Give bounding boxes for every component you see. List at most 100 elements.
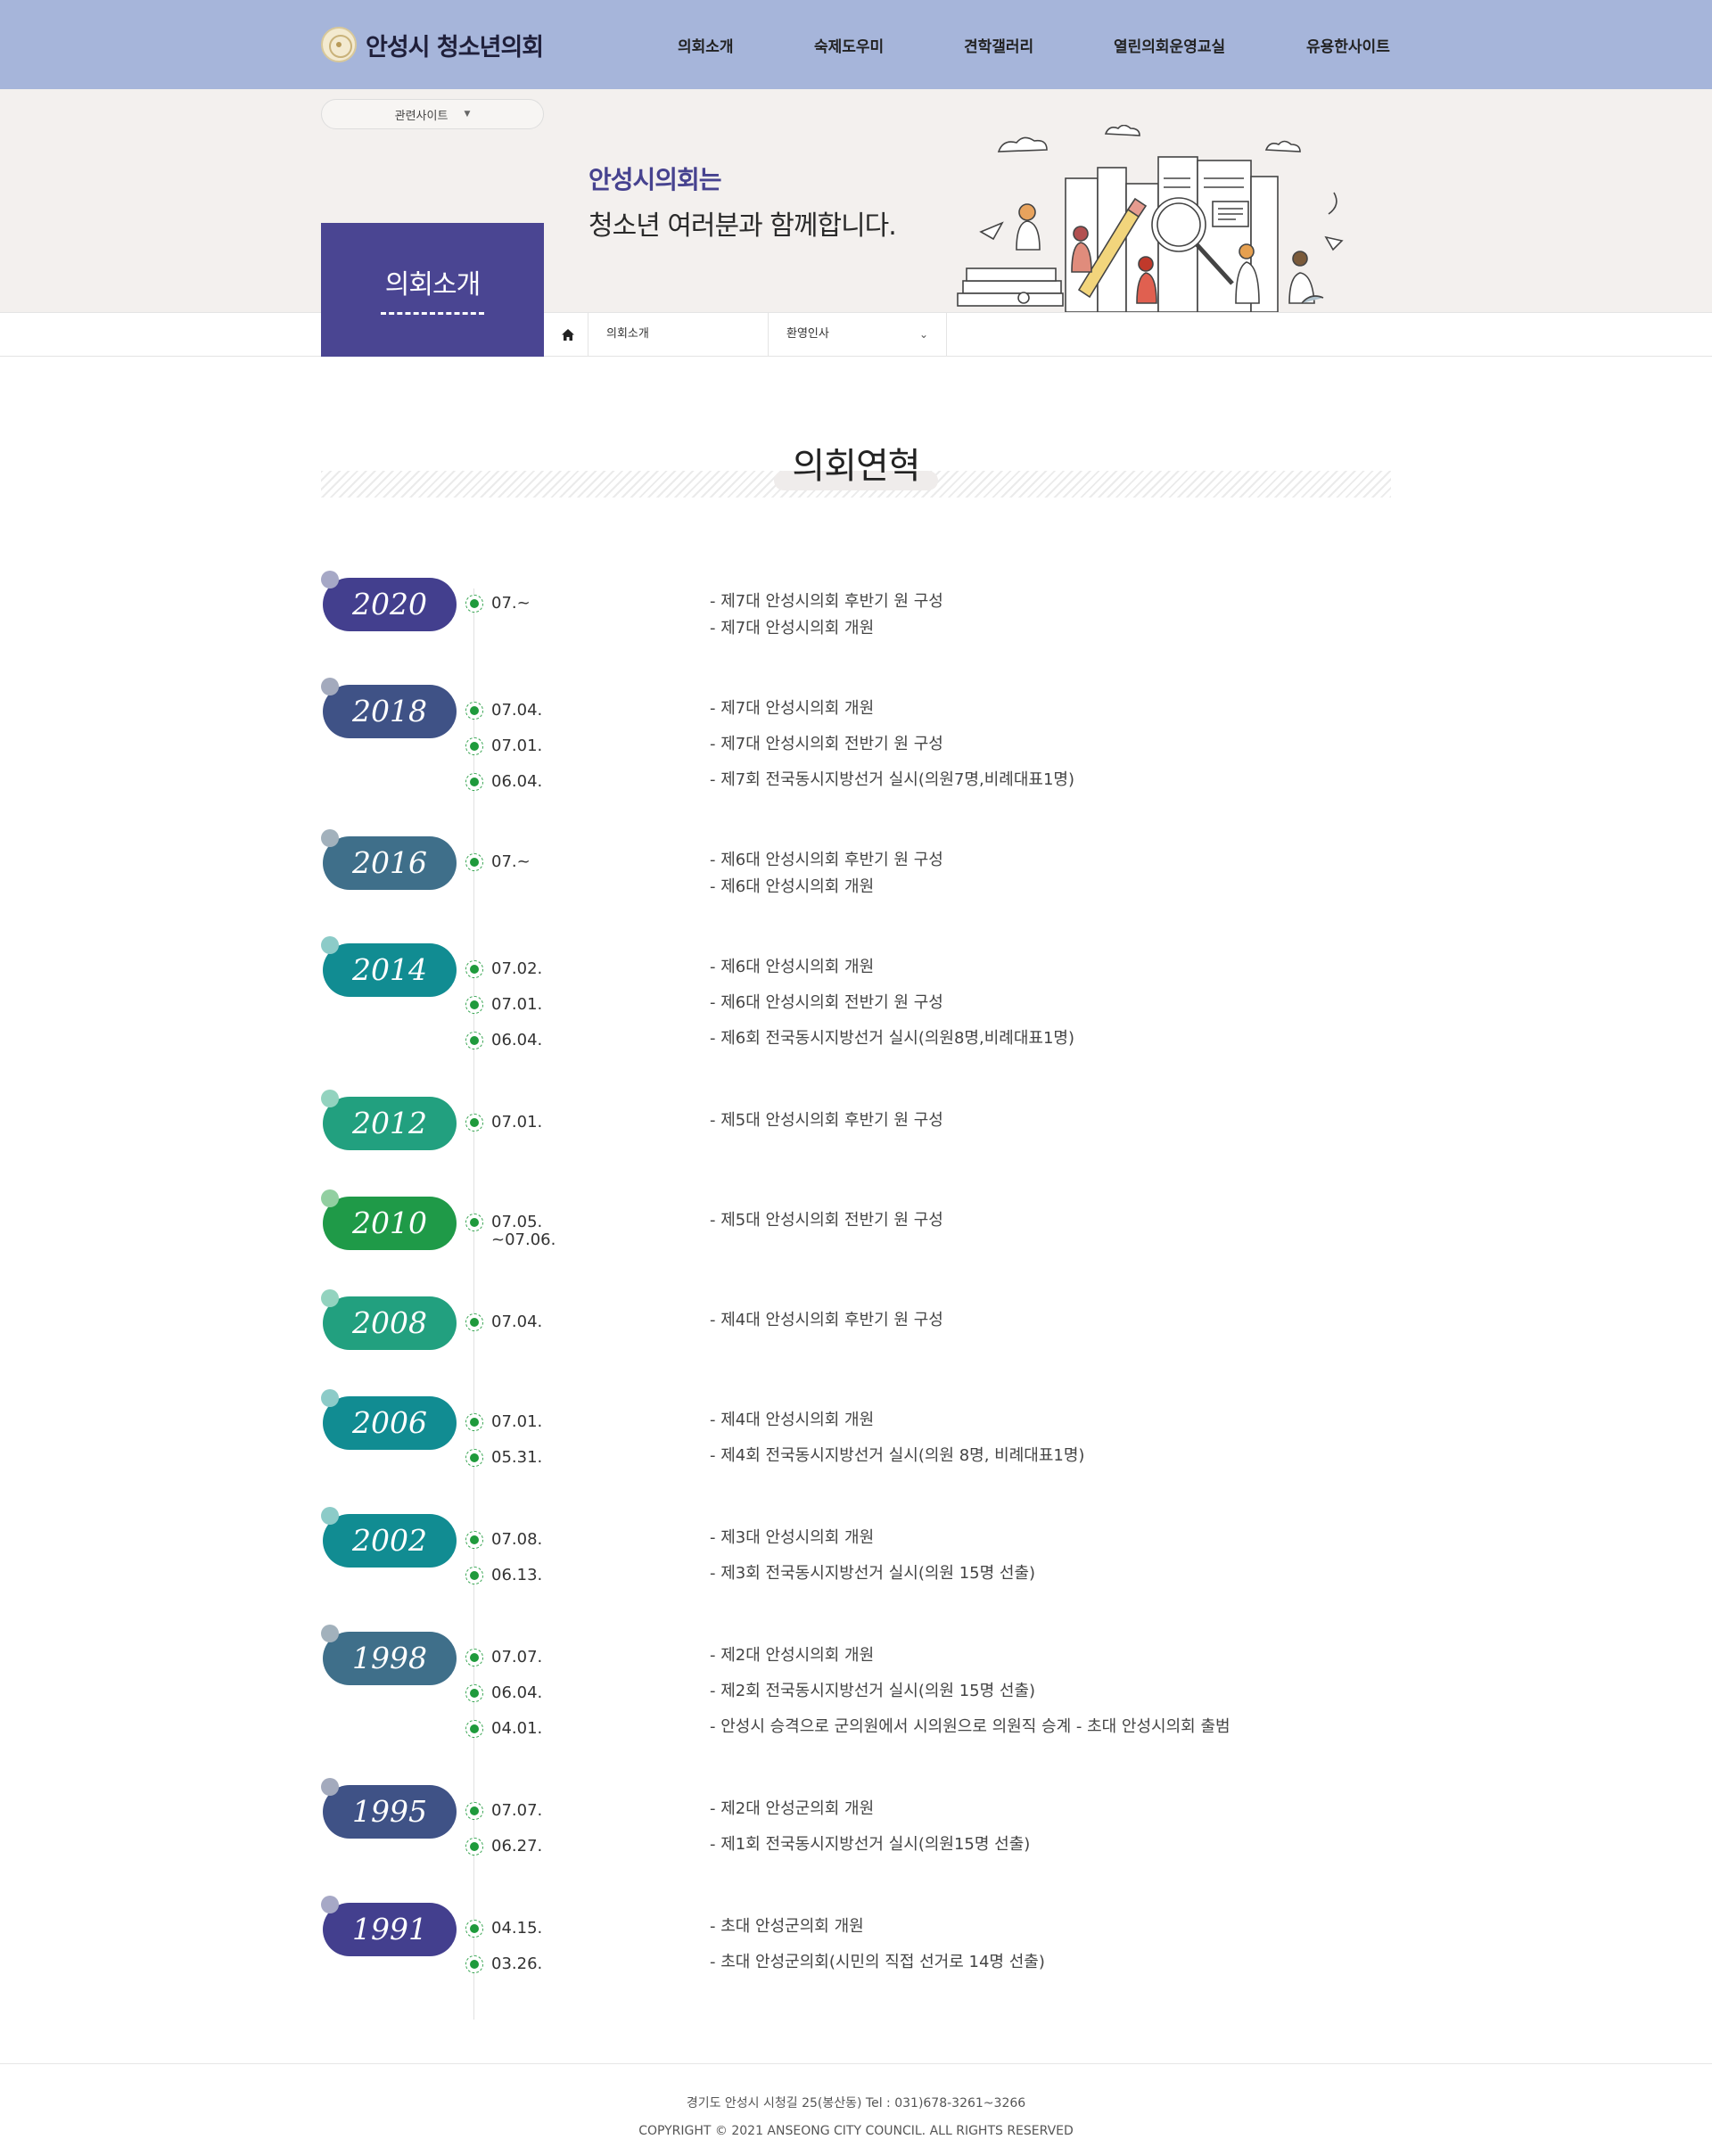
year-dot-icon — [321, 1896, 339, 1913]
timeline-event: 07.01. - 제5대 안성시의회 후반기 원 구성 — [465, 1111, 1357, 1132]
timeline-marker-icon — [465, 737, 483, 755]
timeline-event: 06.27. - 제1회 전국동시지방선거 실시(의원15명 선출) — [465, 1835, 1357, 1856]
event-description: - 제7대 안성시의회 전반기 원 구성 — [710, 735, 943, 753]
breadcrumb: 의회소개 환영인사 ⌄ — [0, 312, 1712, 357]
year-dot-icon — [321, 1507, 339, 1525]
sub-title-text: 의회소개 — [384, 269, 481, 300]
page-title: 의회연혁 — [792, 446, 920, 487]
timeline-marker-icon — [465, 1214, 483, 1231]
related-sites-dropdown[interactable]: 관련사이트 ▼ — [321, 99, 544, 129]
year-badge: 2018 — [323, 685, 457, 738]
event-description: - 제2회 전국동시지방선거 실시(의원 15명 선출) — [710, 1682, 1036, 1700]
nav-item-homework-helper[interactable]: 숙제도우미 — [814, 34, 884, 56]
year-badge: 2012 — [323, 1097, 457, 1150]
event-date: 07.05. — [491, 1213, 543, 1231]
related-sites-label: 관련사이트 — [394, 109, 449, 123]
timeline-marker-icon — [465, 1838, 483, 1856]
timeline-marker-icon — [465, 1313, 483, 1331]
home-icon — [561, 328, 574, 341]
history-timeline: 2020 07.~ - 제7대 안성시의회 후반기 원 구성 - 제7대 안성시의회 … — [321, 571, 1391, 2020]
timeline-event: 07.07. - 제2대 안성시의회 개원 — [465, 1646, 1357, 1667]
event-description: - 제7회 전국동시지방선거 실시(의원7명,비례대표1명) — [710, 770, 1074, 789]
event-date: 05.31. — [491, 1448, 543, 1467]
year-dot-icon — [321, 936, 339, 954]
breadcrumb-home[interactable] — [547, 313, 588, 356]
timeline-event: 07.05. ~07.06. - 제5대 안성시의회 전반기 원 구성 — [465, 1211, 1357, 1249]
year-dot-icon — [321, 571, 339, 588]
year-dot-icon — [321, 1289, 339, 1307]
event-description: - 제6대 안성시의회 개원 — [710, 958, 875, 976]
event-date: 06.04. — [491, 1031, 543, 1049]
event-date: 04.15. — [491, 1919, 543, 1938]
timeline-event: 05.31. - 제4회 전국동시지방선거 실시(의원 8명, 비례대표1명) — [465, 1446, 1357, 1468]
event-date: 06.04. — [491, 1683, 543, 1702]
timeline-marker-icon — [465, 1531, 483, 1549]
timeline-marker-icon — [465, 960, 483, 978]
sub-title-divider — [381, 312, 484, 315]
year-badge: 2002 — [323, 1514, 457, 1568]
event-date: 07.~ — [491, 852, 531, 871]
year-badge: 2006 — [323, 1396, 457, 1450]
timeline-event: 07.08. - 제3대 안성시의회 개원 — [465, 1528, 1357, 1550]
breadcrumb-depth1[interactable]: 의회소개 — [588, 313, 769, 356]
timeline-marker-icon — [465, 595, 483, 613]
breadcrumb-depth2-dropdown[interactable]: 환영인사 ⌄ — [769, 313, 947, 356]
timeline-marker-icon — [465, 1920, 483, 1938]
event-date: 07.07. — [491, 1648, 543, 1666]
nav-item-useful-sites[interactable]: 유용한사이트 — [1306, 34, 1390, 56]
event-date: 06.27. — [491, 1837, 543, 1856]
timeline-marker-icon — [465, 1802, 483, 1820]
event-date: 07.07. — [491, 1801, 543, 1820]
timeline-marker-icon — [465, 1955, 483, 1973]
event-date: 07.04. — [491, 1313, 543, 1331]
timeline-event: 06.04. - 제2회 전국동시지방선거 실시(의원 15명 선출) — [465, 1682, 1357, 1703]
year-dot-icon — [321, 829, 339, 847]
year-dot-icon — [321, 1090, 339, 1107]
event-description: - 제6대 안성시의회 후반기 원 구성 — [710, 851, 943, 869]
event-description: - 제5대 안성시의회 후반기 원 구성 — [710, 1111, 943, 1130]
event-date: 06.13. — [491, 1566, 543, 1584]
timeline-event: 04.15. - 초대 안성군의회 개원 — [465, 1917, 1357, 1938]
timeline-marker-icon — [465, 996, 483, 1014]
event-date-end: ~07.06. — [491, 1230, 556, 1249]
event-date: 07.08. — [491, 1530, 543, 1549]
timeline-event: 07.07. - 제2대 안성군의회 개원 — [465, 1799, 1357, 1821]
chevron-down-icon: ⌄ — [918, 328, 928, 341]
year-dot-icon — [321, 1625, 339, 1642]
caret-down-icon: ▼ — [464, 110, 471, 119]
event-description: - 제4대 안성시의회 후반기 원 구성 — [710, 1311, 943, 1329]
content-title-area: 의회연혁 — [321, 428, 1391, 508]
nav-item-open-council-class[interactable]: 열린의회운영교실 — [1114, 34, 1225, 56]
timeline-marker-icon — [465, 1413, 483, 1431]
timeline-event: 06.04. - 제7회 전국동시지방선거 실시(의원7명,비례대표1명) — [465, 770, 1357, 792]
year-badge: 2010 — [323, 1197, 457, 1250]
event-description: - 제4회 전국동시지방선거 실시(의원 8명, 비례대표1명) — [710, 1446, 1085, 1465]
event-description: - 초대 안성군의회 개원 — [710, 1917, 864, 1936]
year-dot-icon — [321, 1389, 339, 1407]
visual-headline-2: 청소년 여러분과 함께합니다. — [588, 210, 897, 242]
event-date: 07.02. — [491, 959, 543, 978]
timeline-marker-icon — [465, 773, 483, 791]
site-footer: 경기도 안성시 시청길 25(봉산동) Tel : 031)678-3261~3… — [0, 2063, 1712, 2156]
event-date: 07.~ — [491, 594, 531, 613]
year-badge: 1995 — [323, 1785, 457, 1839]
timeline-marker-icon — [465, 1684, 483, 1702]
timeline-marker-icon — [465, 1114, 483, 1131]
timeline-event: 07.04. - 제4대 안성시의회 후반기 원 구성 — [465, 1311, 1357, 1332]
year-badge: 1991 — [323, 1903, 457, 1956]
sub-title-box: 의회소개 — [321, 223, 544, 357]
event-date: 07.01. — [491, 995, 543, 1014]
timeline-event: 07.~ - 제6대 안성시의회 후반기 원 구성 - 제6대 안성시의회 개원 — [465, 851, 1357, 896]
year-badge: 1998 — [323, 1632, 457, 1685]
event-description: - 제3회 전국동시지방선거 실시(의원 15명 선출) — [710, 1564, 1036, 1583]
year-dot-icon — [321, 678, 339, 695]
event-date: 07.01. — [491, 1412, 543, 1431]
event-description: - 제2대 안성군의회 개원 — [710, 1799, 875, 1818]
nav-item-council-intro[interactable]: 의회소개 — [678, 34, 734, 56]
event-description: - 제1회 전국동시지방선거 실시(의원15명 선출) — [710, 1835, 1031, 1854]
nav-item-tour-gallery[interactable]: 견학갤러리 — [964, 34, 1033, 56]
timeline-event: 04.01. - 안성시 승격으로 군의원에서 시의원으로 의원직 승계 - 초대… — [465, 1717, 1357, 1739]
year-badge: 2014 — [323, 943, 457, 997]
timeline-marker-icon — [465, 1720, 483, 1738]
year-dot-icon — [321, 1189, 339, 1207]
